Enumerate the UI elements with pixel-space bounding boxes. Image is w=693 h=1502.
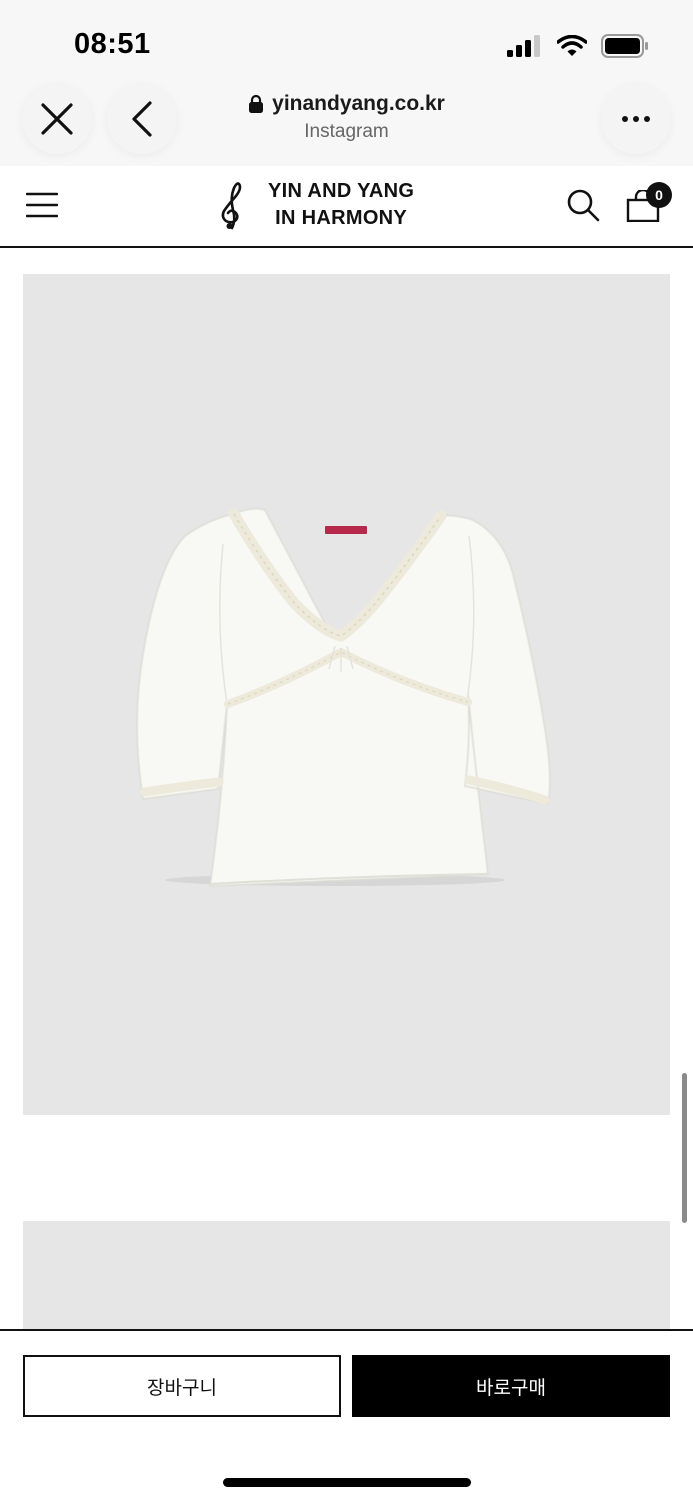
battery-icon [601,34,648,58]
url-text: yinandyang.co.kr [272,92,445,115]
status-time: 08:51 [74,28,151,60]
site-logo[interactable]: YIN AND YANG IN HARMONY [214,178,414,232]
logo-line-1: YIN AND YANG [268,180,415,202]
close-browser-button[interactable] [22,84,92,154]
product-image[interactable] [23,274,670,1115]
site-header: YIN AND YANG IN HARMONY 0 [0,166,693,248]
search-button[interactable] [566,188,600,222]
back-button[interactable] [107,84,177,154]
page-scrollbar[interactable] [682,1073,687,1223]
more-options-button[interactable] [601,84,671,154]
wifi-icon [557,35,587,56]
menu-button[interactable] [25,192,59,218]
in-app-browser-bar: yinandyang.co.kr Instagram [0,80,693,166]
close-icon [41,103,73,135]
lock-icon [249,94,264,113]
search-icon [567,189,600,222]
cart-button[interactable]: 0 [624,182,672,224]
status-bar: 08:51 [0,0,693,80]
signal-icon [507,35,540,57]
treble-clef-logo-icon [221,182,242,230]
bottom-action-bar: 장바구니 바로구매 [0,1329,693,1502]
product-image-secondary[interactable] [23,1221,670,1341]
cart-count-badge: 0 [646,182,672,208]
home-indicator[interactable] [223,1478,471,1487]
status-icons [507,33,649,59]
hamburger-menu-icon [25,192,59,218]
buy-now-button[interactable]: 바로구매 [352,1355,670,1417]
url-display[interactable]: yinandyang.co.kr Instagram [200,92,493,143]
source-app-label: Instagram [304,121,389,142]
more-icon [622,116,650,122]
add-to-cart-button[interactable]: 장바구니 [23,1355,341,1417]
logo-line-2: IN HARMONY [275,207,408,229]
product-top-illustration [136,507,551,887]
back-chevron-icon [132,101,152,137]
